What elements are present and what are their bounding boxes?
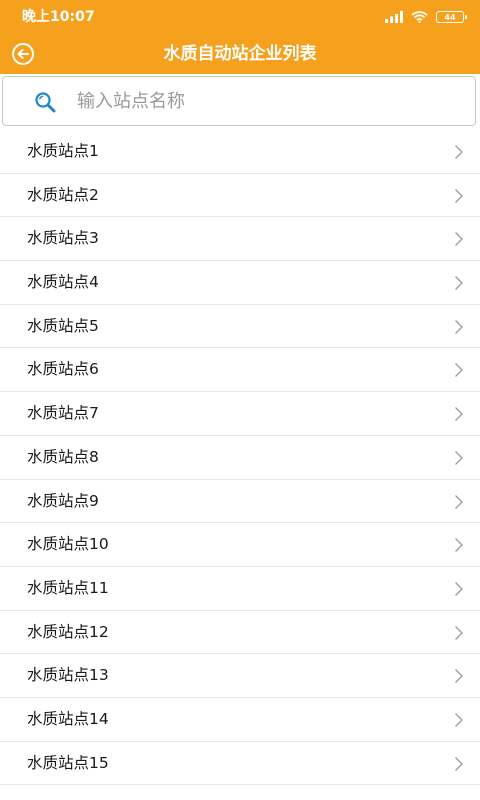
toolbar: 水质自动站企业列表 [0, 34, 480, 74]
chevron-right-icon [455, 756, 463, 771]
page-title: 水质自动站企业列表 [163, 44, 317, 64]
station-name: 水质站点11 [27, 578, 109, 597]
chevron-right-icon [455, 450, 463, 465]
list-item[interactable]: 水质站点13 [0, 654, 480, 698]
chevron-right-icon [455, 232, 463, 247]
status-icons: 44 [385, 9, 467, 25]
chevron-right-icon [455, 407, 463, 422]
list-item[interactable]: 水质站点2 [0, 174, 480, 218]
search-input[interactable] [77, 77, 457, 125]
chevron-right-icon [455, 669, 463, 684]
station-name: 水质站点2 [27, 185, 99, 204]
chevron-right-icon [455, 319, 463, 334]
chevron-right-icon [455, 581, 463, 596]
station-list: 水质站点1 水质站点2 水质站点3 水质站点4 水质站点5 水质站点6 水质站点7 水质站点8… [0, 130, 480, 786]
chevron-right-icon [455, 712, 463, 727]
station-name: 水质站点4 [27, 273, 99, 292]
chevron-right-icon [455, 145, 463, 159]
station-name: 水质站点7 [27, 404, 99, 423]
station-name: 水质站点14 [27, 709, 109, 728]
chevron-right-icon [455, 363, 463, 378]
list-item[interactable]: 水质站点3 [0, 217, 480, 262]
station-name: 水质站点8 [27, 447, 99, 466]
battery-level: 44 [444, 12, 456, 22]
search-bar[interactable] [2, 76, 476, 126]
list-item[interactable]: 水质站点11 [0, 567, 480, 611]
chevron-right-icon [455, 494, 463, 509]
station-name: 水质站点10 [27, 535, 109, 554]
list-item[interactable]: 水质站点14 [0, 698, 480, 742]
signal-icon [385, 11, 403, 23]
list-item[interactable]: 水质站点1 [0, 130, 480, 174]
list-item[interactable]: 水质站点10 [0, 523, 480, 567]
chevron-right-icon [455, 625, 463, 640]
list-item[interactable]: 水质站点9 [0, 480, 480, 524]
list-item[interactable]: 水质站点12 [0, 611, 480, 655]
list-item[interactable]: 水质站点7 [0, 392, 480, 436]
station-name: 水质站点15 [27, 753, 109, 772]
chevron-right-icon [455, 188, 463, 203]
list-item[interactable]: 水质站点8 [0, 436, 480, 480]
station-name: 水质站点13 [27, 666, 109, 685]
list-item[interactable]: 水质站点6 [0, 348, 480, 393]
station-name: 水质站点9 [27, 491, 99, 510]
station-name: 水质站点12 [27, 622, 109, 641]
wifi-icon [411, 11, 428, 23]
status-bar: 晚上10:07 44 [0, 0, 480, 34]
list-item[interactable]: 水质站点4 [0, 261, 480, 305]
list-item[interactable]: 水质站点15 [0, 742, 480, 786]
station-name: 水质站点6 [27, 360, 99, 379]
status-time: 晚上10:07 [22, 9, 95, 25]
battery-icon: 44 [436, 11, 467, 23]
list-item[interactable]: 水质站点5 [0, 305, 480, 349]
station-name: 水质站点3 [27, 229, 99, 248]
station-name: 水质站点1 [27, 142, 99, 160]
search-icon [35, 92, 56, 113]
chevron-right-icon [455, 276, 463, 291]
station-name: 水质站点5 [27, 316, 99, 335]
chevron-right-icon [455, 538, 463, 553]
